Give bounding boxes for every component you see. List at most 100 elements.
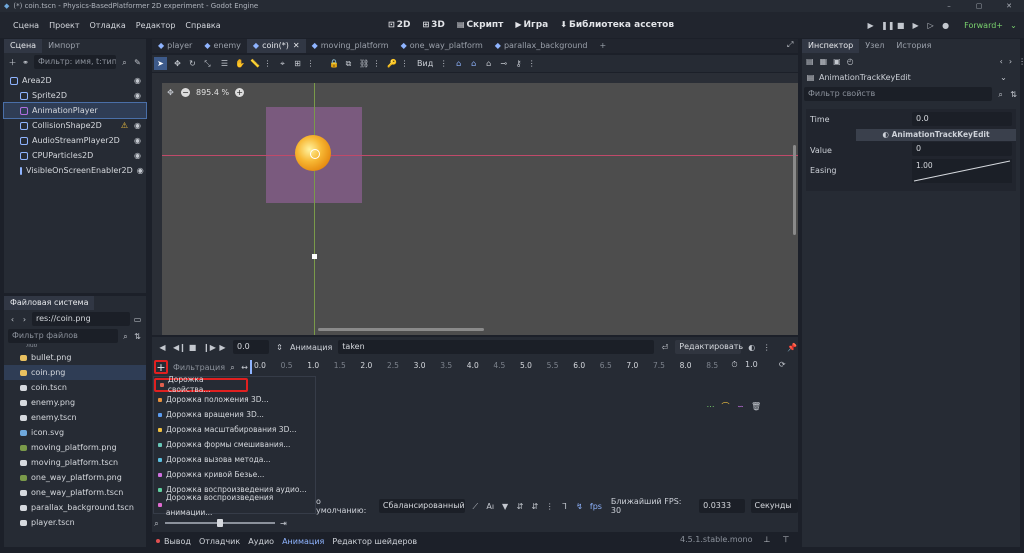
file-item[interactable]: bullet.png (4, 350, 146, 365)
ruler-tool-icon[interactable]: 📏 (250, 59, 260, 68)
sort-icon[interactable]: ⇅ (1009, 90, 1018, 99)
back-icon[interactable]: ‹ (1000, 57, 1003, 66)
menu-0[interactable]: Сцена (8, 21, 44, 30)
link-icon[interactable]: ⚭ (21, 58, 30, 67)
renderer-select[interactable]: Forward+ (964, 21, 1003, 30)
add-track-button[interactable]: + (154, 360, 168, 374)
rotate-tool-icon[interactable]: ↻ (188, 59, 197, 68)
visibility-icon[interactable]: ◉ (137, 166, 144, 175)
tree-node[interactable]: VisibleOnScreenEnabler2D ◉ (4, 163, 146, 178)
more-icon[interactable]: ⋮ (400, 59, 409, 68)
interpolation-icon[interactable]: ⌒ (721, 402, 730, 411)
loop-icon[interactable]: ⟳ (778, 360, 787, 369)
file-item[interactable]: enemy.tscn (4, 410, 146, 425)
script-icon[interactable]: ✎ (133, 58, 142, 67)
file-item[interactable]: coin.tscn (4, 380, 146, 395)
visibility-icon[interactable]: ◉ (133, 136, 142, 145)
expand-panel-icon[interactable]: ⊤ (782, 535, 791, 544)
file-item[interactable]: one_way_platform.png (4, 470, 146, 485)
pause-icon[interactable]: ❚❚ (881, 21, 894, 30)
track-menu-item[interactable]: Дорожка положения 3D... (154, 392, 315, 407)
file-item[interactable]: moving_platform.png (4, 440, 146, 455)
animation-select[interactable]: taken (338, 340, 655, 354)
play-custom-icon[interactable]: ▷ (926, 21, 935, 30)
track-menu-item[interactable]: Дорожка свойства... (154, 375, 248, 394)
snap-key-icon[interactable]: ⇵ (530, 502, 539, 511)
track-menu-item[interactable]: Дорожка формы смешивания... (154, 437, 315, 452)
movie-icon[interactable]: ● (941, 21, 950, 30)
inspector-tab[interactable]: Инспектор (802, 39, 860, 53)
mode-3[interactable]: ▶ Игра (510, 20, 553, 30)
tab-filesystem[interactable]: Файловая система (4, 296, 95, 310)
timeline-cursor[interactable] (250, 360, 252, 374)
onion-skin-icon[interactable]: ◐ (747, 343, 756, 352)
tree-node[interactable]: Sprite2D ◉ (4, 88, 146, 103)
key-scale-icon[interactable]: ⌂ (484, 59, 493, 68)
file-item[interactable]: enemy.png (4, 395, 146, 410)
play-scene-icon[interactable]: ▶ (911, 21, 920, 30)
pan-tool-icon[interactable]: ✋ (235, 59, 245, 68)
easing-curve[interactable]: 1.00 (912, 159, 1012, 183)
v-scrollbar[interactable] (793, 145, 796, 235)
more-icon[interactable]: ⋮ (263, 59, 272, 68)
more-icon[interactable]: ⋮ (1018, 57, 1024, 66)
track-filter-input[interactable]: Фильтрация (173, 363, 225, 372)
editor-tab[interactable]: ◆ enemy (198, 39, 247, 53)
editor-tab[interactable]: ◆ one_way_platform (395, 39, 489, 53)
interpolation-select[interactable]: Сбалансированный (378, 499, 465, 513)
autoplay-icon[interactable]: ⏎ (660, 343, 669, 352)
new-tab-icon[interactable]: + (594, 39, 613, 53)
more-icon[interactable]: ⋮ (527, 59, 536, 68)
mode-4[interactable]: ⬇ Библиотека ассетов (555, 20, 679, 30)
bottom-tab[interactable]: Анимация (278, 537, 328, 546)
tree-node[interactable]: CPUParticles2D ◉ (4, 148, 146, 163)
mode-1[interactable]: ⊞ 3D (417, 20, 449, 30)
list-tool-icon[interactable]: ☰ (220, 59, 229, 68)
play-icon[interactable]: ▶ (218, 343, 227, 352)
editor-tab[interactable]: ◆ player (152, 39, 198, 53)
minimize-button[interactable]: – (934, 2, 964, 10)
inspector-tab[interactable]: История (890, 39, 937, 53)
history-icon[interactable]: ◴ (847, 57, 854, 66)
skeleton-icon[interactable]: ⛓ (359, 59, 369, 68)
loop-wrap-icon[interactable]: ∽ (736, 402, 745, 411)
visibility-icon[interactable]: ◉ (133, 91, 142, 100)
tree-node[interactable]: AnimationPlayer (3, 102, 147, 119)
fit-icon[interactable]: ↔ (240, 363, 249, 372)
anim-length[interactable]: 1.0 (745, 360, 758, 369)
inspected-object[interactable]: AnimationTrackKeyEdit (819, 73, 995, 82)
visibility-icon[interactable]: ◉ (133, 151, 142, 160)
editor-tab[interactable]: ◆ parallax_background (489, 39, 594, 53)
snap-value-field[interactable]: 0.0333 (699, 499, 745, 513)
bottom-tab[interactable]: Вывод (160, 537, 195, 546)
track-menu-item[interactable]: Дорожка масштабирования 3D... (154, 422, 315, 437)
stop-icon[interactable]: ■ (188, 343, 197, 352)
play-icon[interactable]: ▶ (866, 21, 875, 30)
delete-track-icon[interactable]: 🗑 (751, 402, 761, 411)
fps-icon[interactable]: fps (590, 502, 602, 511)
maximize-button[interactable]: ▢ (964, 2, 994, 10)
zoom-slider[interactable] (165, 519, 275, 527)
file-item[interactable]: one_way_platform.tscn (4, 485, 146, 500)
menu-2[interactable]: Отладка (85, 21, 131, 30)
play-from-start-icon[interactable]: ❙▶ (203, 343, 216, 352)
key-icon[interactable]: 🔑 (387, 59, 397, 68)
play-backwards-from-end-icon[interactable]: ◀❙ (173, 343, 186, 352)
filter-icon[interactable]: ▼ (501, 502, 510, 511)
chevron-down-icon[interactable]: ⌄ (999, 73, 1008, 82)
anchor-handle[interactable] (312, 254, 317, 259)
time-field[interactable]: 0.0 (912, 112, 1012, 126)
snap-seconds-icon[interactable]: ↯ (575, 502, 584, 511)
file-item[interactable]: player.tscn (4, 515, 146, 530)
edit-animation-button[interactable]: Редактировать (675, 340, 743, 354)
zoom-slider-handle[interactable] (217, 519, 223, 527)
property-filter-input[interactable]: Фильтр свойств (804, 87, 993, 101)
path-field[interactable]: res://coin.png (32, 312, 130, 326)
warning-icon[interactable]: ⚠ (120, 121, 129, 130)
sort-icon[interactable]: ⇵ (516, 502, 525, 511)
tree-node[interactable]: AudioStreamPlayer2D ◉ (4, 133, 146, 148)
menu-1[interactable]: Проект (44, 21, 84, 30)
tab-import[interactable]: Импорт (42, 39, 86, 53)
time-field[interactable]: 0.0 (233, 340, 269, 354)
text-icon[interactable]: Aı (486, 502, 495, 511)
